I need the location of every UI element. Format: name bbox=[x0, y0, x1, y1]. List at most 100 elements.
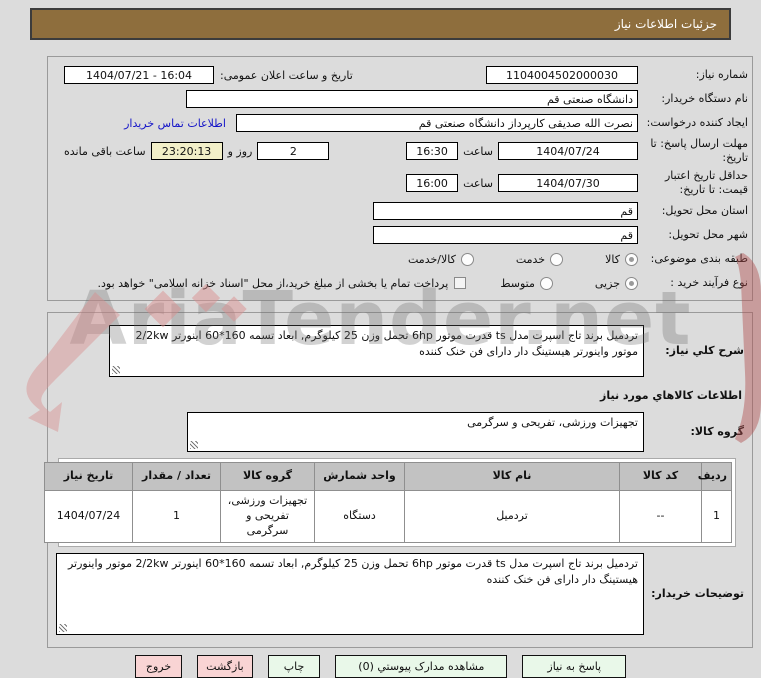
summary-textarea[interactable]: تردمیل برند تاج اسپرت مدل ts قدرت موتور … bbox=[109, 325, 644, 377]
city-value: قم bbox=[620, 228, 633, 242]
cell-item-code: -- bbox=[619, 490, 702, 543]
respond-button[interactable]: پاسخ به نیاز bbox=[522, 655, 627, 678]
buyer-notes-row: توضیحات خریدار: تردمیل برند تاج اسپرت مد… bbox=[56, 553, 744, 635]
radio-medium-icon[interactable] bbox=[539, 276, 553, 290]
cell-group: تجهیزات ورزشی، تفریحی و سرگرمی bbox=[220, 490, 315, 543]
back-button[interactable]: بازگشت bbox=[197, 655, 253, 678]
col-quantity: تعداد / مقدار bbox=[132, 462, 221, 491]
category-row: طبقه بندی موضوعی: کالا خدمت کالا/خدمت bbox=[52, 248, 748, 270]
creator-row: ایجاد کننده درخواست: نصرت الله صدیقی کار… bbox=[52, 112, 748, 134]
process-option-minor[interactable]: جزیی bbox=[594, 276, 638, 290]
cell-unit: دستگاه bbox=[314, 490, 405, 543]
need-number-label: شماره نیاز: bbox=[695, 68, 748, 82]
page-title-bar: جزئیات اطلاعات نیاز bbox=[30, 8, 731, 40]
category-option-goods-service-label: کالا/خدمت bbox=[408, 252, 456, 266]
treasury-checkbox-option[interactable]: پرداخت تمام یا بخشی از مبلغ خرید،از محل … bbox=[98, 277, 467, 290]
category-option-goods-service[interactable]: کالا/خدمت bbox=[408, 252, 474, 266]
radio-goods-service-icon[interactable] bbox=[460, 252, 474, 266]
cell-row-number: 1 bbox=[701, 490, 732, 543]
summary-label: شرح کلي نیاز: bbox=[665, 343, 744, 357]
treasury-checkbox-icon[interactable] bbox=[454, 277, 467, 289]
cell-quantity: 1 bbox=[132, 490, 221, 543]
print-button[interactable]: چاپ bbox=[267, 655, 321, 678]
category-option-goods[interactable]: کالا bbox=[605, 252, 638, 266]
province-label: استان محل تحویل: bbox=[661, 204, 748, 218]
col-item-code: کد کالا bbox=[619, 462, 702, 491]
items-table-header-row: ردیف کد کالا نام کالا واحد شمارش گروه کا… bbox=[44, 462, 732, 491]
city-label: شهر محل تحویل: bbox=[668, 228, 748, 242]
buyer-notes-textarea[interactable]: تردمیل برند تاج اسپرت مدل ts قدرت موتور … bbox=[56, 553, 644, 635]
category-option-service-label: خدمت bbox=[515, 252, 546, 266]
deadline-date-field[interactable]: 1404/07/24 bbox=[498, 142, 638, 160]
buyer-org-label: نام دستگاه خریدار: bbox=[661, 92, 748, 106]
process-option-medium-label: متوسط bbox=[500, 276, 535, 290]
col-item-name: نام کالا bbox=[404, 462, 620, 491]
items-table-container: ردیف کد کالا نام کالا واحد شمارش گروه کا… bbox=[44, 458, 736, 547]
creator-value: نصرت الله صدیقی کارپرداز دانشگاه صنعتی ق… bbox=[418, 116, 633, 130]
goods-group-label: گروه کالا: bbox=[690, 424, 744, 438]
validity-label: حداقل تاریخ اعتبار قیمت: تا تاریخ: bbox=[664, 169, 748, 196]
buyer-org-field[interactable]: دانشگاه صنعتی قم bbox=[186, 90, 638, 108]
province-field[interactable]: قم bbox=[373, 202, 638, 220]
buyer-contact-link[interactable]: اطلاعات تماس خریدار bbox=[124, 117, 226, 130]
remaining-time-field: 23:20:13 bbox=[150, 142, 223, 160]
process-option-medium[interactable]: متوسط bbox=[500, 276, 553, 290]
need-details-panel: شرح کلي نیاز: تردمیل برند تاج اسپرت مدل … bbox=[44, 312, 753, 648]
process-option-minor-label: جزیی bbox=[594, 276, 620, 290]
category-option-goods-label: کالا bbox=[605, 252, 620, 266]
city-row: شهر محل تحویل: قم bbox=[52, 224, 748, 246]
radio-service-icon[interactable] bbox=[550, 252, 564, 266]
remaining-days-field[interactable]: 2 bbox=[257, 142, 330, 160]
validity-hour-label: ساعت bbox=[463, 176, 493, 190]
summary-text: تردمیل برند تاج اسپرت مدل ts قدرت موتور … bbox=[135, 329, 638, 358]
cell-item-name: تردمیل bbox=[404, 490, 620, 543]
col-need-date: تاریخ نیاز bbox=[44, 462, 133, 491]
deadline-date-value: 1404/07/24 bbox=[536, 144, 600, 158]
cell-need-date: 1404/07/24 bbox=[44, 490, 133, 543]
deadline-time-field[interactable]: 16:30 bbox=[406, 142, 459, 160]
announce-value: 1404/07/21 - 16:04 bbox=[85, 68, 193, 82]
deadline-time-value: 16:30 bbox=[416, 144, 448, 158]
items-table: ردیف کد کالا نام کالا واحد شمارش گروه کا… bbox=[44, 462, 732, 543]
items-section-header: اطلاعات کالاهاي مورد نیاز bbox=[600, 389, 742, 402]
validity-date-field[interactable]: 1404/07/30 bbox=[498, 174, 638, 192]
attachments-button[interactable]: مشاهده مدارک پیوستي (0) bbox=[335, 655, 508, 678]
radio-minor-icon[interactable] bbox=[625, 276, 638, 290]
category-option-service[interactable]: خدمت bbox=[515, 252, 564, 266]
validity-time-value: 16:00 bbox=[416, 176, 448, 190]
page-title: جزئیات اطلاعات نیاز bbox=[614, 17, 717, 31]
creator-label: ایجاد کننده درخواست: bbox=[646, 116, 748, 130]
deadline-row: مهلت ارسال پاسخ: تا تاریخ: 1404/07/24 سا… bbox=[52, 136, 748, 166]
col-group: گروه کالا bbox=[220, 462, 315, 491]
exit-button[interactable]: خروج bbox=[134, 655, 183, 678]
validity-row: حداقل تاریخ اعتبار قیمت: تا تاریخ: 1404/… bbox=[52, 168, 748, 198]
validity-date-value: 1404/07/30 bbox=[536, 176, 600, 190]
announce-label: تاریخ و ساعت اعلان عمومی: bbox=[220, 68, 353, 82]
process-label: نوع فرآیند خرید : bbox=[670, 276, 748, 290]
action-buttons-row: پاسخ به نیاز مشاهده مدارک پیوستي (0) چاپ… bbox=[0, 655, 761, 678]
remaining-time-value: 23:20:13 bbox=[161, 144, 212, 158]
goods-group-text: تجهیزات ورزشی، تفریحی و سرگرمی bbox=[467, 416, 638, 429]
buyer-notes-text: تردمیل برند تاج اسپرت مدل ts قدرت موتور … bbox=[67, 557, 638, 586]
deadline-label: مهلت ارسال پاسخ: تا تاریخ: bbox=[650, 137, 748, 164]
treasury-checkbox-label: پرداخت تمام یا بخشی از مبلغ خرید،از محل … bbox=[97, 276, 449, 290]
col-row-number: ردیف bbox=[698, 462, 732, 491]
remaining-suffix-label: ساعت باقی مانده bbox=[64, 144, 146, 158]
need-number-value: 1104004502000030 bbox=[506, 68, 618, 82]
creator-field[interactable]: نصرت الله صدیقی کارپرداز دانشگاه صنعتی ق… bbox=[236, 114, 638, 132]
buyer-org-row: نام دستگاه خریدار: دانشگاه صنعتی قم bbox=[52, 88, 748, 110]
need-number-field[interactable]: 1104004502000030 bbox=[486, 66, 638, 84]
col-unit: واحد شمارش bbox=[314, 462, 405, 491]
goods-group-textarea[interactable]: تجهیزات ورزشی، تفریحی و سرگرمی bbox=[187, 412, 644, 452]
announce-field[interactable]: 1404/07/21 - 16:04 bbox=[64, 66, 214, 84]
summary-row: شرح کلي نیاز: تردمیل برند تاج اسپرت مدل … bbox=[56, 325, 744, 377]
city-field[interactable]: قم bbox=[373, 226, 638, 244]
process-row: نوع فرآیند خرید : جزیی متوسط پرداخت تمام… bbox=[52, 272, 748, 294]
buyer-org-value: دانشگاه صنعتی قم bbox=[546, 92, 633, 106]
deadline-hour-label: ساعت bbox=[463, 144, 493, 158]
radio-goods-icon[interactable] bbox=[625, 252, 638, 266]
remaining-days-value: 2 bbox=[289, 144, 297, 158]
need-number-row: شماره نیاز: 1104004502000030 تاریخ و ساع… bbox=[52, 64, 748, 86]
table-row: 1 -- تردمیل دستگاه تجهیزات ورزشی، تفریحی… bbox=[44, 490, 732, 543]
validity-time-field[interactable]: 16:00 bbox=[406, 174, 459, 192]
